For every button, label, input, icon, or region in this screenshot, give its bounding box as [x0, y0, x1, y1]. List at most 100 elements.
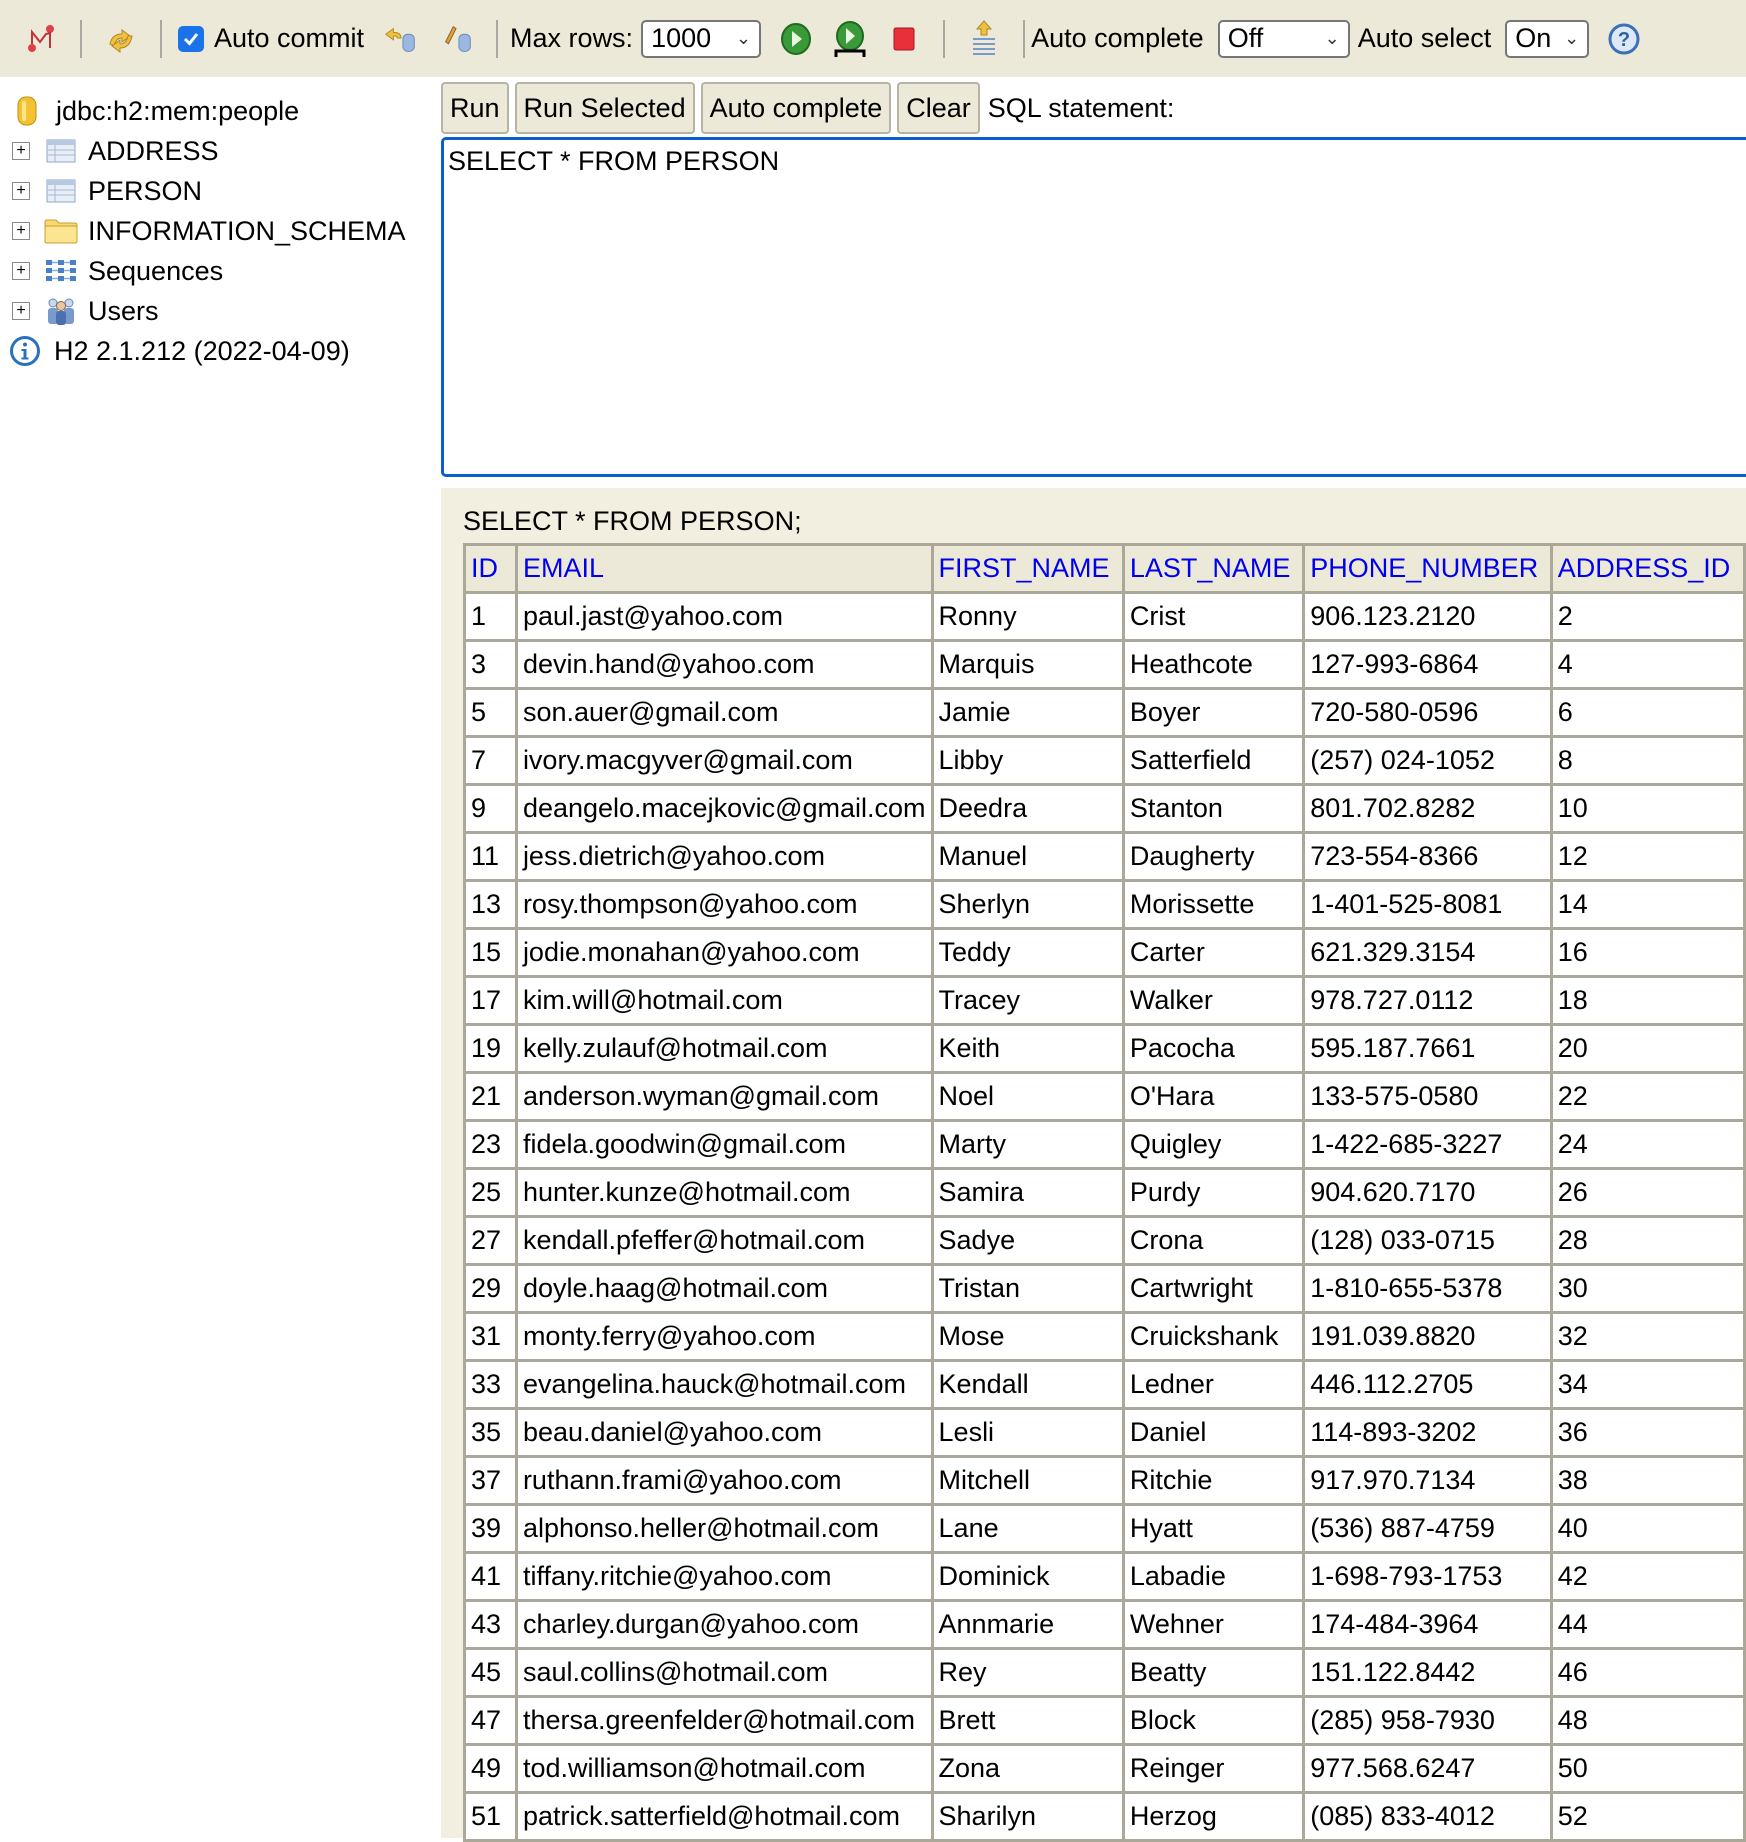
cell-address-id[interactable]: 50 [1549, 1743, 1746, 1794]
cell-last-name[interactable]: Satterfield [1121, 735, 1306, 786]
cell-email[interactable]: son.auer@gmail.com [514, 687, 934, 738]
tree-item-information-schema[interactable]: + INFORMATION_SCHEMA [0, 211, 438, 251]
cell-phone-number[interactable]: 904.620.7170 [1302, 1167, 1553, 1218]
cell-phone-number[interactable]: 151.122.8442 [1302, 1647, 1553, 1698]
cell-address-id[interactable]: 18 [1549, 975, 1746, 1026]
cell-address-id[interactable]: 38 [1549, 1455, 1746, 1506]
cell-phone-number[interactable]: 978.727.0112 [1302, 975, 1553, 1026]
cell-id[interactable]: 49 [463, 1743, 518, 1794]
expand-icon[interactable]: + [12, 262, 30, 280]
column-header-phone-number[interactable]: PHONE_NUMBER [1302, 543, 1553, 594]
sql-editor[interactable]: SELECT * FROM PERSON [441, 137, 1746, 477]
cell-id[interactable]: 15 [463, 927, 518, 978]
cell-phone-number[interactable]: 801.702.8282 [1302, 783, 1553, 834]
cell-last-name[interactable]: Beatty [1121, 1647, 1306, 1698]
cell-email[interactable]: jess.dietrich@yahoo.com [514, 831, 934, 882]
cell-id[interactable]: 17 [463, 975, 518, 1026]
cell-phone-number[interactable]: 621.329.3154 [1302, 927, 1553, 978]
cell-first-name[interactable]: Sadye [930, 1215, 1125, 1266]
column-header-address-id[interactable]: ADDRESS_ID [1549, 543, 1746, 594]
cell-last-name[interactable]: Reinger [1121, 1743, 1306, 1794]
cell-phone-number[interactable]: (257) 024-1052 [1302, 735, 1553, 786]
tree-item-label[interactable]: Sequences [88, 256, 223, 287]
cell-email[interactable]: kelly.zulauf@hotmail.com [514, 1023, 934, 1074]
cell-id[interactable]: 27 [463, 1215, 518, 1266]
cell-address-id[interactable]: 6 [1549, 687, 1746, 738]
cell-phone-number[interactable]: 977.568.6247 [1302, 1743, 1553, 1794]
cell-id[interactable]: 29 [463, 1263, 518, 1314]
clear-button[interactable]: Clear [897, 82, 980, 134]
cell-email[interactable]: hunter.kunze@hotmail.com [514, 1167, 934, 1218]
cell-first-name[interactable]: Marty [930, 1119, 1125, 1170]
cell-phone-number[interactable]: (536) 887-4759 [1302, 1503, 1553, 1554]
run-selected-button[interactable]: Run Selected [514, 82, 695, 134]
cell-last-name[interactable]: Stanton [1121, 783, 1306, 834]
cell-first-name[interactable]: Kendall [930, 1359, 1125, 1410]
cell-last-name[interactable]: Wehner [1121, 1599, 1306, 1650]
cell-id[interactable]: 37 [463, 1455, 518, 1506]
sql-history-icon[interactable] [965, 19, 1003, 58]
cell-email[interactable]: tiffany.ritchie@yahoo.com [514, 1551, 934, 1602]
cell-phone-number[interactable]: 917.970.7134 [1302, 1455, 1553, 1506]
cell-id[interactable]: 51 [463, 1791, 518, 1842]
cell-last-name[interactable]: Crona [1121, 1215, 1306, 1266]
cell-last-name[interactable]: Daniel [1121, 1407, 1306, 1458]
tree-item-label[interactable]: Users [88, 296, 159, 327]
cell-first-name[interactable]: Tristan [930, 1263, 1125, 1314]
cell-address-id[interactable]: 36 [1549, 1407, 1746, 1458]
cell-email[interactable]: thersa.greenfelder@hotmail.com [514, 1695, 934, 1746]
cell-email[interactable]: rosy.thompson@yahoo.com [514, 879, 934, 930]
cell-first-name[interactable]: Mose [930, 1311, 1125, 1362]
cell-email[interactable]: kim.will@hotmail.com [514, 975, 934, 1026]
cell-email[interactable]: alphonso.heller@hotmail.com [514, 1503, 934, 1554]
cell-phone-number[interactable]: 595.187.7661 [1302, 1023, 1553, 1074]
cell-last-name[interactable]: Pacocha [1121, 1023, 1306, 1074]
cell-first-name[interactable]: Dominick [930, 1551, 1125, 1602]
cell-last-name[interactable]: Labadie [1121, 1551, 1306, 1602]
connection-label[interactable]: jdbc:h2:mem:people [56, 96, 299, 127]
cell-phone-number[interactable]: 723-554-8366 [1302, 831, 1553, 882]
cell-email[interactable]: kendall.pfeffer@hotmail.com [514, 1215, 934, 1266]
cell-email[interactable]: doyle.haag@hotmail.com [514, 1263, 934, 1314]
column-header-email[interactable]: EMAIL [514, 543, 934, 594]
cell-last-name[interactable]: Ledner [1121, 1359, 1306, 1410]
cell-email[interactable]: paul.jast@yahoo.com [514, 591, 934, 642]
cell-id[interactable]: 1 [463, 591, 518, 642]
cell-last-name[interactable]: Ritchie [1121, 1455, 1306, 1506]
cell-last-name[interactable]: Herzog [1121, 1791, 1306, 1842]
cell-phone-number[interactable]: 1-698-793-1753 [1302, 1551, 1553, 1602]
cell-email[interactable]: monty.ferry@yahoo.com [514, 1311, 934, 1362]
cell-last-name[interactable]: O'Hara [1121, 1071, 1306, 1122]
cell-id[interactable]: 3 [463, 639, 518, 690]
expand-icon[interactable]: + [12, 182, 30, 200]
cell-phone-number[interactable]: 446.112.2705 [1302, 1359, 1553, 1410]
cell-first-name[interactable]: Lane [930, 1503, 1125, 1554]
cell-address-id[interactable]: 32 [1549, 1311, 1746, 1362]
tree-item-address[interactable]: + ADDRESS [0, 131, 438, 171]
cell-address-id[interactable]: 20 [1549, 1023, 1746, 1074]
cell-email[interactable]: anderson.wyman@gmail.com [514, 1071, 934, 1122]
cell-first-name[interactable]: Rey [930, 1647, 1125, 1698]
cell-last-name[interactable]: Morissette [1121, 879, 1306, 930]
stop-icon[interactable] [885, 20, 923, 58]
cell-address-id[interactable]: 34 [1549, 1359, 1746, 1410]
cell-first-name[interactable]: Sherlyn [930, 879, 1125, 930]
auto-commit-checkbox[interactable]: Auto commit [178, 23, 364, 54]
cell-id[interactable]: 25 [463, 1167, 518, 1218]
cell-first-name[interactable]: Manuel [930, 831, 1125, 882]
cell-first-name[interactable]: Samira [930, 1167, 1125, 1218]
cell-last-name[interactable]: Walker [1121, 975, 1306, 1026]
expand-icon[interactable]: + [12, 222, 30, 240]
cell-id[interactable]: 39 [463, 1503, 518, 1554]
cell-email[interactable]: jodie.monahan@yahoo.com [514, 927, 934, 978]
cell-phone-number[interactable]: 1-401-525-8081 [1302, 879, 1553, 930]
cell-address-id[interactable]: 4 [1549, 639, 1746, 690]
cell-id[interactable]: 19 [463, 1023, 518, 1074]
cell-phone-number[interactable]: 133-575-0580 [1302, 1071, 1553, 1122]
cell-phone-number[interactable]: (285) 958-7930 [1302, 1695, 1553, 1746]
run-button[interactable]: Run [441, 82, 509, 134]
cell-phone-number[interactable]: (085) 833-4012 [1302, 1791, 1553, 1842]
cell-email[interactable]: devin.hand@yahoo.com [514, 639, 934, 690]
cell-last-name[interactable]: Cartwright [1121, 1263, 1306, 1314]
cell-id[interactable]: 45 [463, 1647, 518, 1698]
